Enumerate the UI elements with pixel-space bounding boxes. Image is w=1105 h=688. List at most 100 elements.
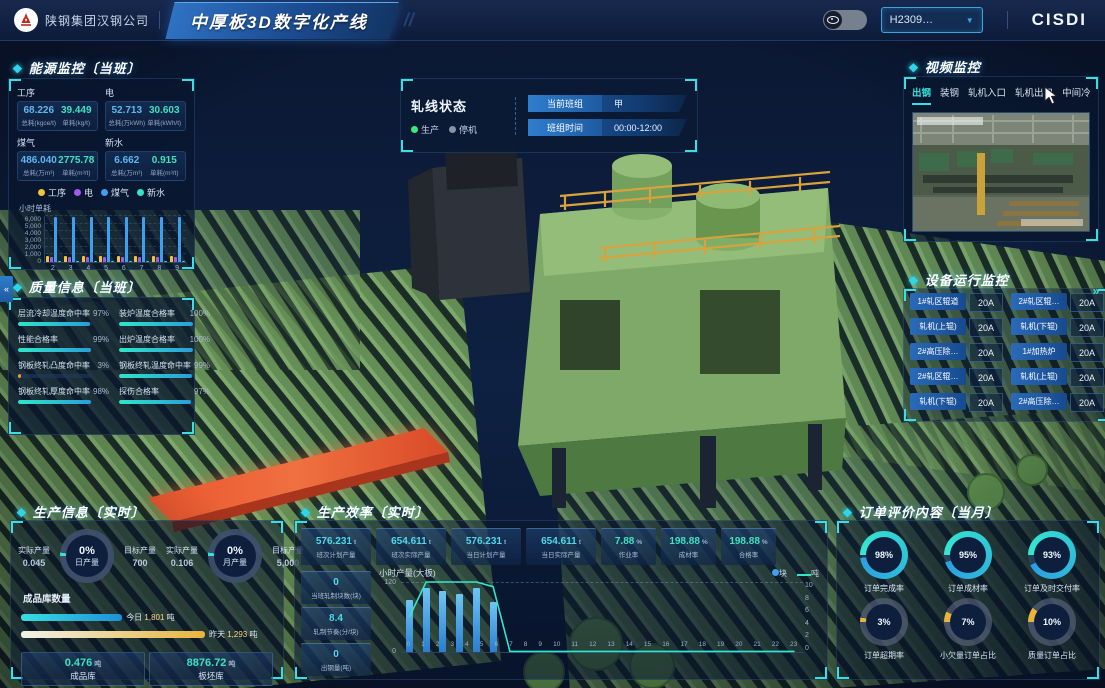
production-gauge: 实际产量0.0450%日产量目标产量700 [13,529,161,583]
order-donut-label: 质量订单占比 [1028,650,1076,661]
hour-xtick: 13 [607,641,614,648]
visibility-toggle[interactable] [823,10,867,30]
efficiency-stat-value: 654.611t [541,536,581,547]
order-donut-label: 小欠量订单占比 [940,650,996,661]
chevron-down-icon: ▼ [966,16,974,25]
hour-legend-item[interactable]: 块 [772,568,787,579]
gauge-donut: 0%月产量 [208,529,262,583]
hour-ytick-right: 6 [805,607,819,614]
energy-metric-value: 6.662 [108,155,146,166]
energy-legend-item[interactable]: 工序 [38,186,66,199]
efficiency-stat-unit: t [579,539,581,546]
energy-legend-item[interactable]: 电 [74,186,93,199]
line-status-title: 轧线状态 [411,96,503,115]
efficiency-stat-value: 654.611t [391,536,431,547]
gauge-actual: 实际产量0.045 [13,545,55,568]
quality-value: 97% [93,309,109,318]
equipment-row: 1#轧区辊道20A2#轧区辊…20A [910,293,1104,312]
gauge-actual-label: 实际产量 [13,545,55,556]
energy-legend-item-label: 煤气 [111,186,129,199]
energy-panel-title: ❖能源监控〔当班〕 [12,58,141,77]
order-donut-cell: 93%订单及时交付率 [1011,531,1093,594]
header-divider [159,11,160,29]
quality-bar-fill [18,322,90,326]
energy-ytick: 0 [37,258,41,265]
order-donut-label: 订单完成率 [864,583,904,594]
energy-bar [86,257,89,262]
right-expand-arrow[interactable]: » [1089,280,1103,302]
equipment-row: 2#高压除…20A1#加热炉20A [910,343,1104,362]
quality-panel-title: ❖质量信息〔当班〕 [12,277,141,296]
video-tab-轧机入口[interactable]: 轧机入口 [968,85,1006,105]
efficiency-stat-label: 当日实际产量 [542,549,581,559]
quality-value: 3% [97,361,109,370]
quality-bar-fill [119,374,192,378]
equipment-label: 2#轧区辊… [1011,293,1067,310]
gauge-target-label: 目标产量 [119,545,161,556]
visibility-toggle-knob [824,11,842,29]
energy-legend-item[interactable]: 新水 [137,186,165,199]
quality-value: 100% [190,309,210,318]
efficiency-side-stats: 0当班轧制块数(块)8.4轧制节奏(分/块)0出钢量(吨) [301,571,371,676]
order-donut-percent: 98% [875,550,893,560]
quality-label: 装炉温度合格率 [119,308,175,319]
order-donut-percent: 95% [959,550,977,560]
quality-grid: 层流冷却温度命中率97%装炉温度合格率100%性能合格率99%出炉温度合格率10… [9,298,194,414]
equipment-value: 20A [969,293,1003,312]
video-tab-出钢[interactable]: 出钢 [912,85,931,105]
camera-feed[interactable] [912,112,1090,232]
energy-bar [82,256,85,262]
equipment-row: 2#轧区辊…20A轧机(上辊)20A [910,368,1104,387]
shift-dropdown[interactable]: H2309… ▼ [881,7,983,33]
page-title: 中厚板3D数字化产线 [190,8,368,33]
quality-bar-fill [119,348,193,352]
energy-group-box: 68.226总耗(kgce/t)39.449单耗(kg/t) [17,101,98,131]
line-status-legend-item[interactable]: 停机 [449,123,477,136]
hour-xtick: 7 [509,641,513,648]
order-donut-hole: 93% [1034,537,1070,573]
line-status-legend-item[interactable]: 生产 [411,123,439,136]
equipment-label: 轧机(下辊) [910,393,966,410]
video-tab-装钢[interactable]: 装钢 [940,85,959,105]
energy-group-box: 52.713总耗(万kWh)30.603单耗(kWh/t) [105,101,186,131]
efficiency-stat-value: 198.88% [729,536,767,547]
energy-bar [72,217,75,262]
energy-metric-label: 单耗(m³/t) [58,167,96,177]
efficiency-stat: 654.611t 当日实际产量 [526,528,596,565]
orders-panel-title: ❖订单评价内容〔当月〕 [842,502,999,521]
stock-bar-unit: 吨 [249,630,257,639]
efficiency-stats: 576.231t班次计划产量654.611t班次实际产量576.231t当日计划… [295,521,827,565]
energy-bar [103,257,106,262]
left-collapse-tab[interactable]: « [0,276,13,302]
panel-diamond-icon: ❖ [300,506,312,520]
energy-metric-value: 30.603 [146,105,184,116]
efficiency-side-stat-label: 出钢量(吨) [321,662,351,672]
energy-bar [117,256,120,262]
hour-legend-item[interactable]: 吨 [797,568,819,579]
stock-bar-text: 昨天 1,293 吨 [209,629,257,640]
energy-ytick: 2,000 [25,244,41,251]
quality-value: 99% [194,361,210,370]
energy-metric-value: 39.449 [58,105,96,116]
energy-metric-value: 68.226 [20,105,58,116]
orders-panel: 98%订单完成率95%订单成材率93%订单及时交付率3%订单超期率7%小欠量订单… [836,520,1100,680]
quality-label: 探伤合格率 [119,386,159,397]
energy-metric: 52.713总耗(万kWh) [108,105,146,127]
quality-label: 钢板终轧凸度命中率 [18,360,90,371]
hour-xtick: 1 [421,641,425,648]
hour-xtick: 5 [480,641,484,648]
status-dot-icon [449,126,456,133]
video-tab-中间冷[interactable]: 中间冷 [1062,85,1091,105]
eye-icon [827,16,839,24]
efficiency-side-stat: 0当班轧制块数(块) [301,571,371,604]
energy-metric-value: 52.713 [108,105,146,116]
efficiency-stat-value: 576.231t [316,536,356,547]
quality-value: 99% [93,335,109,344]
video-panel-title: ❖视频监控 [908,57,981,76]
stock-bar [21,614,122,621]
hour-xtick: 21 [754,641,761,648]
energy-legend-item[interactable]: 煤气 [101,186,129,199]
quality-label: 钢板终轧厚度命中率 [18,386,90,397]
line-status-legend: 生产停机 [411,123,503,136]
quality-item: 层流冷却温度命中率97% [18,308,109,326]
